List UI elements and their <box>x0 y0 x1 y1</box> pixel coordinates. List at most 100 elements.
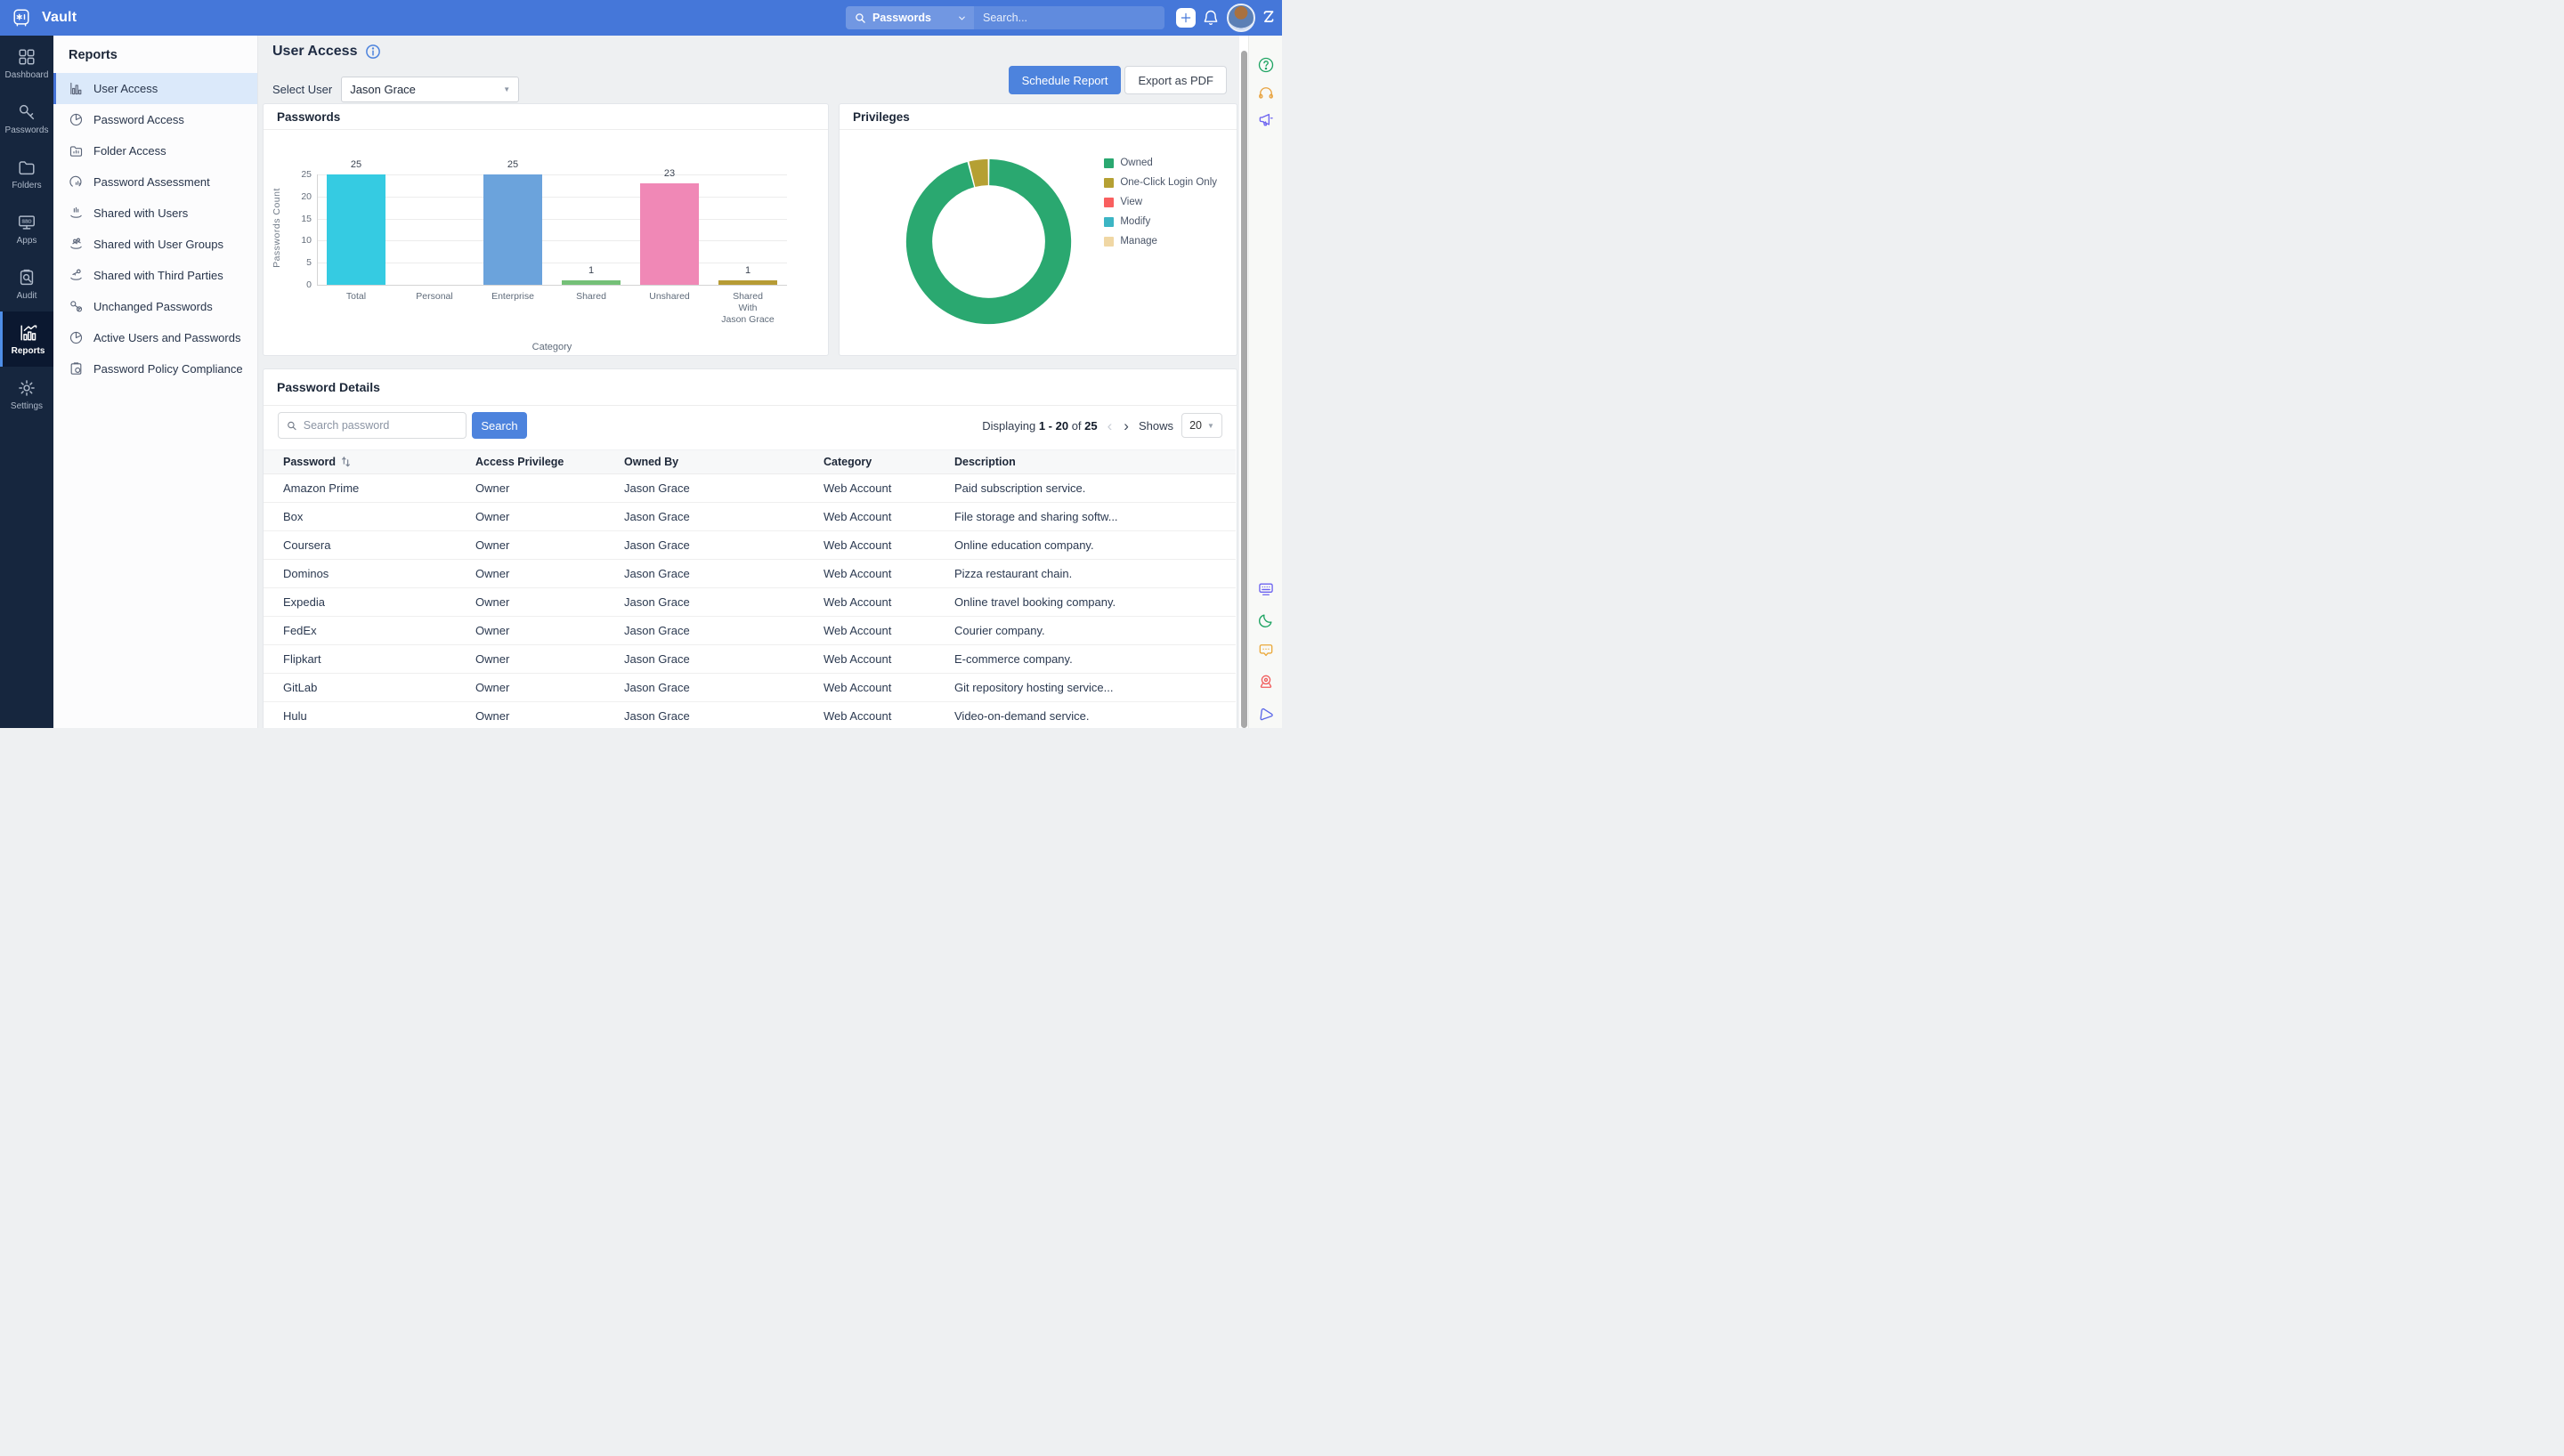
bar-total[interactable] <box>327 174 385 285</box>
cell-access-privilege: Owner <box>475 652 624 666</box>
cell-category: Web Account <box>824 624 954 637</box>
donut-segment-owned[interactable] <box>920 173 1059 311</box>
cell-access-privilege: Owner <box>475 681 624 694</box>
global-search[interactable]: Passwords <box>846 6 1164 29</box>
select-user-label: Select User <box>272 83 332 96</box>
table-row[interactable]: BoxOwnerJason GraceWeb AccountFile stora… <box>264 503 1236 531</box>
search-category-dropdown[interactable]: Passwords <box>846 6 974 29</box>
privileges-chart-card: Privileges Owned One-Click Login Only View… <box>839 103 1237 356</box>
cell-password: Box <box>283 510 475 523</box>
global-search-input[interactable] <box>983 12 1156 24</box>
feedback-chat-icon[interactable] <box>1257 642 1275 659</box>
megaphone-icon[interactable] <box>1257 110 1275 128</box>
bar-shared[interactable] <box>718 280 777 285</box>
sidebar-item-settings[interactable]: Settings <box>0 367 53 422</box>
legend-label: One-Click Login Only <box>1120 177 1217 188</box>
report-nav-shared-with-users[interactable]: Shared with Users <box>53 198 257 229</box>
vault-logo-icon[interactable] <box>12 8 31 28</box>
sidebar-item-folders[interactable]: Folders <box>0 146 53 201</box>
search-button[interactable]: Search <box>472 412 527 439</box>
sidebar-item-reports[interactable]: Reports <box>0 311 53 367</box>
notifications-button[interactable] <box>1202 9 1220 27</box>
cell-owned-by: Jason Grace <box>624 538 824 552</box>
sidebar-item-passwords[interactable]: Passwords <box>0 91 53 146</box>
privileges-card-title: Privileges <box>840 104 1237 130</box>
report-nav-active-users-and-passwords[interactable]: Active Users and Passwords <box>53 322 257 353</box>
report-nav-unchanged-passwords[interactable]: Unchanged Passwords <box>53 291 257 322</box>
table-row[interactable]: HuluOwnerJason GraceWeb AccountVideo-on-… <box>264 702 1236 728</box>
cell-description: Paid subscription service. <box>954 481 1236 495</box>
sort-icon[interactable] <box>341 457 351 467</box>
info-icon[interactable] <box>365 44 381 60</box>
report-nav-password-policy-compliance[interactable]: Password Policy Compliance <box>53 353 257 384</box>
share-key-icon <box>69 268 84 283</box>
dark-mode-moon-icon[interactable] <box>1257 611 1275 629</box>
cell-category: Web Account <box>824 709 954 723</box>
table-row[interactable]: ExpediaOwnerJason GraceWeb AccountOnline… <box>264 588 1236 617</box>
password-search-input[interactable] <box>304 419 458 432</box>
page-size-dropdown[interactable]: 20 ▼ <box>1181 413 1222 438</box>
legend-item-modify[interactable]: Modify <box>1104 216 1217 227</box>
password-details-card: Password Details Search Displaying 1 - 2… <box>263 368 1237 728</box>
legend-item-owned[interactable]: Owned <box>1104 158 1217 168</box>
zoho-logo-icon[interactable] <box>1259 8 1278 28</box>
report-nav-shared-with-user-groups[interactable]: Shared with User Groups <box>53 229 257 260</box>
main-content: User Access Select User Jason Grace ▼ Sc… <box>258 36 1239 728</box>
bar-value-label: 25 <box>474 159 552 170</box>
bell-icon <box>1202 9 1220 27</box>
report-nav-shared-with-third-parties[interactable]: Shared with Third Parties <box>53 260 257 291</box>
x-axis-label: Unshared <box>630 291 709 303</box>
legend-item-manage[interactable]: Manage <box>1104 236 1217 247</box>
search-category-label: Passwords <box>872 12 931 24</box>
table-row[interactable]: DominosOwnerJason GraceWeb AccountPizza … <box>264 560 1236 588</box>
share-group-icon <box>69 237 84 252</box>
dropdown-caret-icon: ▼ <box>1207 422 1214 430</box>
sidebar-item-audit[interactable]: Audit <box>0 256 53 311</box>
bar-enterprise[interactable] <box>483 174 542 285</box>
report-nav-label: Folder Access <box>93 144 166 158</box>
keyboard-display-icon[interactable] <box>1257 580 1275 598</box>
table-row[interactable]: FedExOwnerJason GraceWeb AccountCourier … <box>264 617 1236 645</box>
user-avatar[interactable] <box>1227 4 1255 32</box>
sidebar-item-apps[interactable]: SSOApps <box>0 201 53 256</box>
export-pdf-button[interactable]: Export as PDF <box>1124 66 1227 94</box>
table-row[interactable]: GitLabOwnerJason GraceWeb AccountGit rep… <box>264 674 1236 702</box>
table-row[interactable]: Amazon PrimeOwnerJason GraceWeb AccountP… <box>264 474 1236 503</box>
table-row[interactable]: FlipkartOwnerJason GraceWeb AccountE-com… <box>264 645 1236 674</box>
webcam-icon[interactable] <box>1257 673 1275 691</box>
bar-value-label: 1 <box>552 265 630 276</box>
bar-shared[interactable] <box>562 280 621 285</box>
x-axis-label: Shared <box>552 291 630 303</box>
report-nav-password-access[interactable]: Password Access <box>53 104 257 135</box>
cell-category: Web Account <box>824 681 954 694</box>
cell-category: Web Account <box>824 652 954 666</box>
password-search-box <box>278 412 467 439</box>
legend-swatch <box>1104 217 1114 227</box>
send-plane-icon[interactable] <box>1257 704 1275 722</box>
add-button[interactable] <box>1176 8 1196 28</box>
next-page-icon[interactable]: › <box>1122 418 1131 433</box>
sidebar-item-dashboard[interactable]: Dashboard <box>0 36 53 91</box>
schedule-report-button[interactable]: Schedule Report <box>1009 66 1122 94</box>
x-axis-title: Category <box>317 342 787 352</box>
legend-item-view[interactable]: View <box>1104 197 1217 207</box>
dropdown-caret-icon: ▼ <box>503 85 510 93</box>
report-nav-password-assessment[interactable]: Password Assessment <box>53 166 257 198</box>
search-icon <box>287 420 297 432</box>
reports-panel-title: Reports <box>53 36 257 73</box>
paging-text: Displaying 1 - 20 of 25 <box>982 419 1097 433</box>
bar-chart-icon <box>69 81 84 96</box>
donut-segment-one-click-login-only[interactable] <box>972 173 988 174</box>
bar-unshared[interactable] <box>640 183 699 285</box>
table-row[interactable]: CourseraOwnerJason GraceWeb AccountOnlin… <box>264 531 1236 560</box>
scrollbar-thumb[interactable] <box>1241 51 1247 728</box>
select-user-dropdown[interactable]: Jason Grace ▼ <box>341 77 519 102</box>
bar-value-label: 1 <box>709 265 787 276</box>
prev-page-icon[interactable]: ‹ <box>1106 418 1115 433</box>
legend-item-one-click-login-only[interactable]: One-Click Login Only <box>1104 177 1217 188</box>
sso-monitor-icon: SSO <box>17 213 37 232</box>
report-nav-folder-access[interactable]: Folder Access <box>53 135 257 166</box>
help-icon[interactable] <box>1257 56 1275 74</box>
headset-icon[interactable] <box>1257 85 1275 102</box>
report-nav-user-access[interactable]: User Access <box>53 73 257 104</box>
